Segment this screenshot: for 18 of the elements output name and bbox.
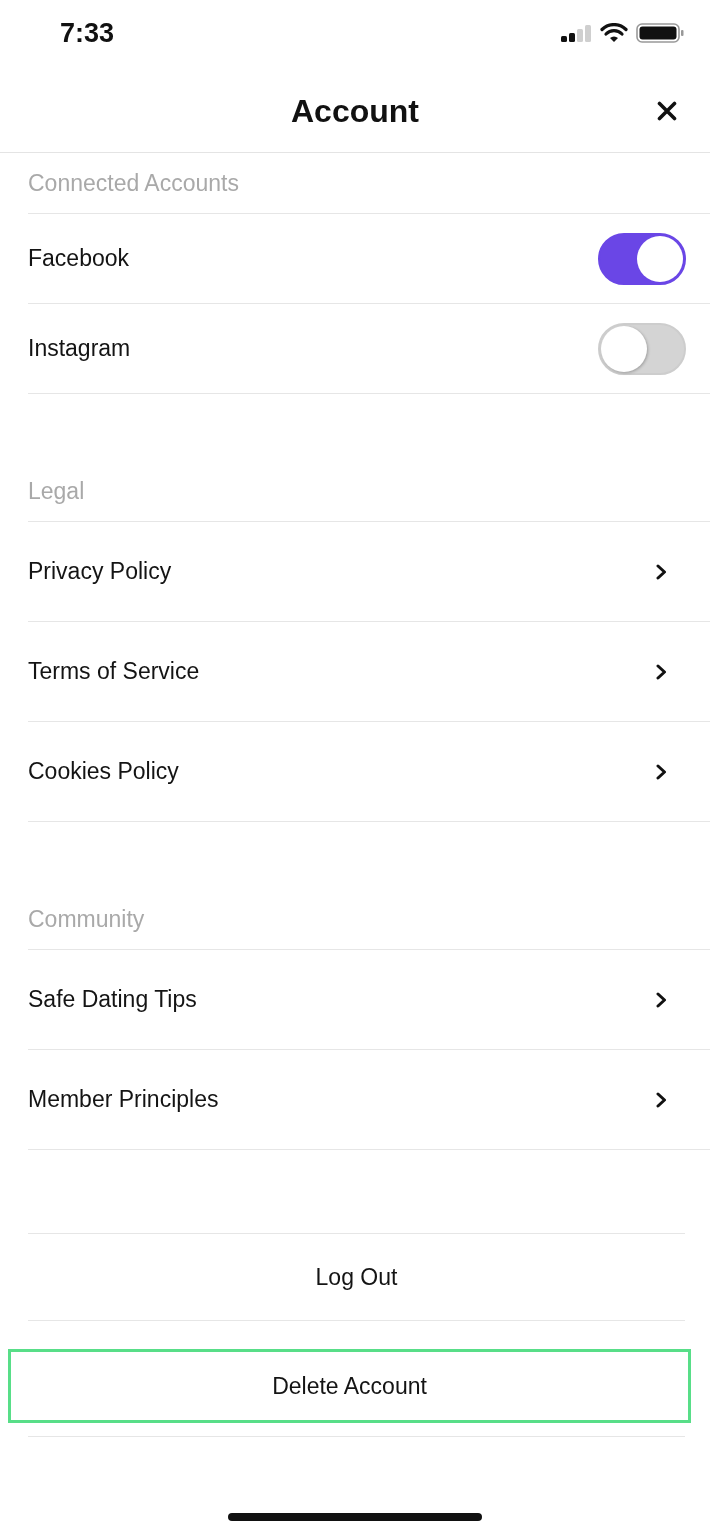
section-header: Legal [28,477,85,505]
chevron-icon [656,1091,667,1108]
chevron-icon [656,663,667,680]
row-label: Facebook [28,245,129,272]
chevron-icon [656,563,667,580]
signal-icon [561,24,592,42]
close-icon [657,101,677,121]
screen-title: Account [291,92,419,130]
status-time: 7:33 [60,17,115,49]
chevron-icon [656,763,667,780]
toggle-switch[interactable] [598,232,686,285]
section-header: Connected Accounts [28,169,239,197]
section-header: Community [28,905,145,933]
row-label: Instagram [28,335,131,362]
chevron-icon [656,991,667,1008]
highlighted-action-button[interactable]: Delete Account [8,1349,691,1423]
battery-icon [636,23,684,43]
wifi-icon [600,23,628,43]
